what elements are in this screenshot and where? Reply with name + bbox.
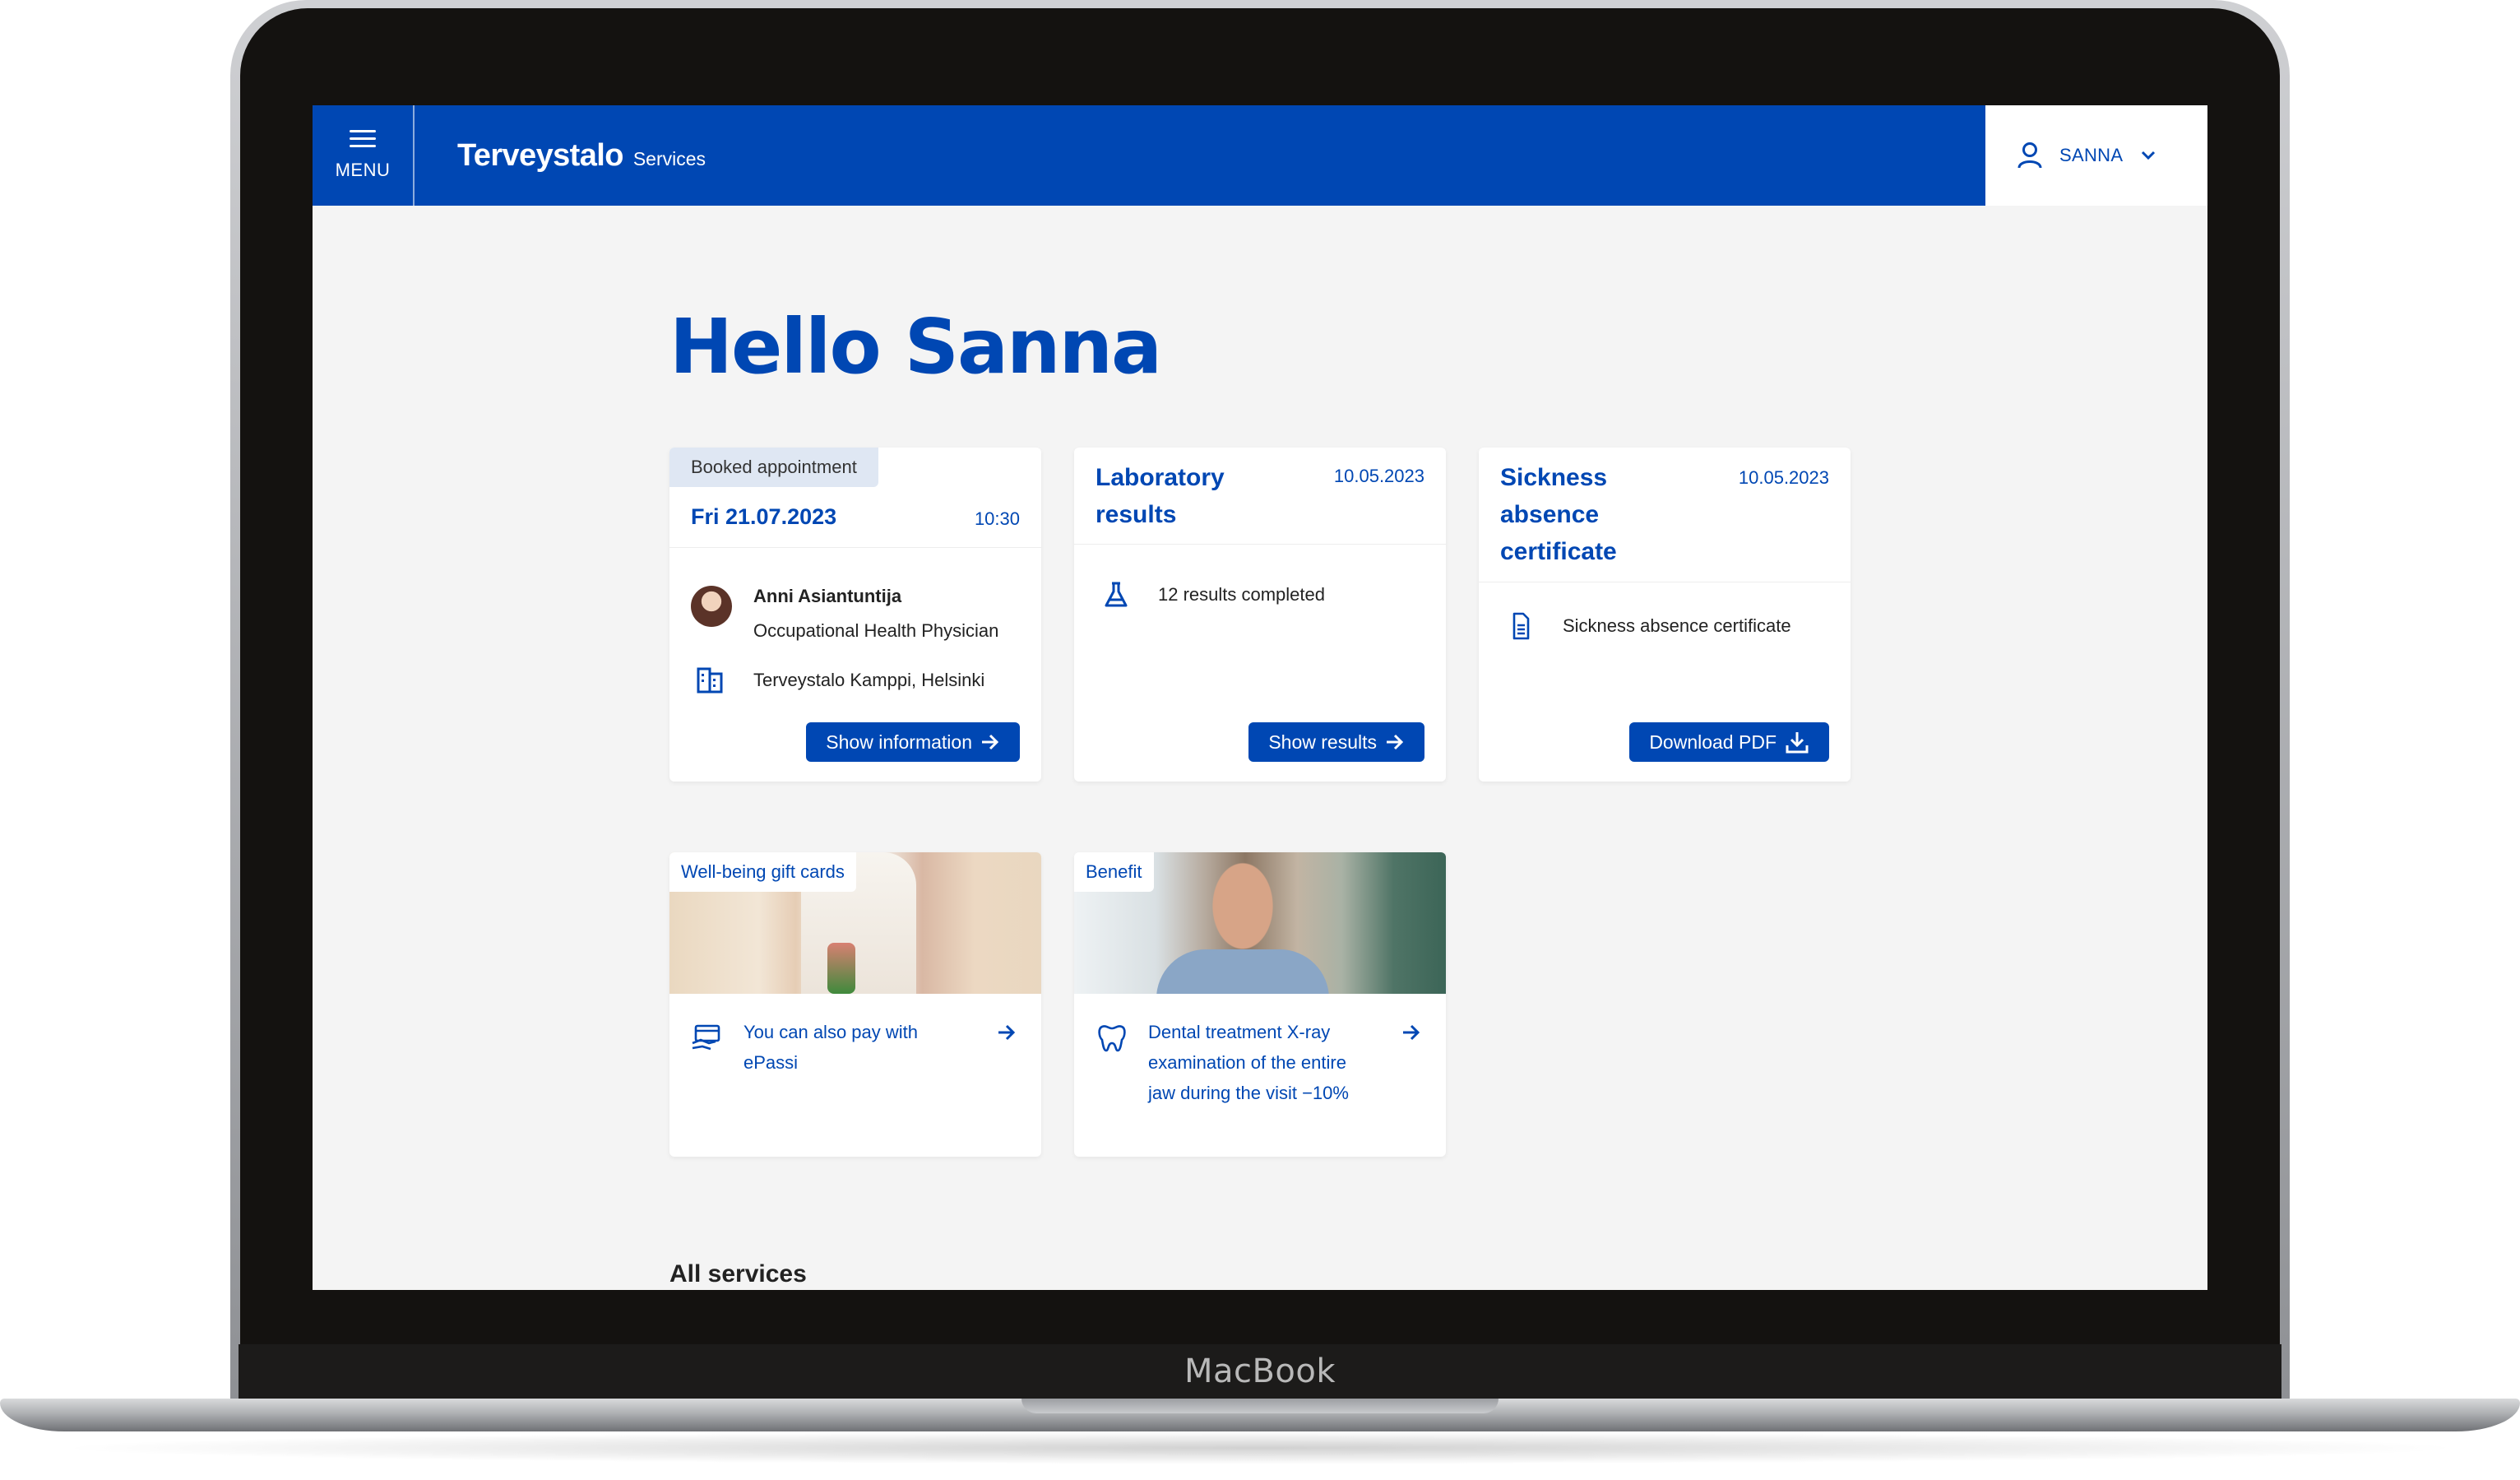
arrow-right-icon[interactable] — [1401, 1023, 1421, 1042]
chevron-down-icon — [2142, 151, 2156, 160]
page-title: Hello Sanna — [669, 303, 1162, 391]
lab-summary-row: 12 results completed — [1096, 578, 1325, 612]
appointment-tag: Booked appointment — [669, 448, 878, 487]
user-icon — [2017, 142, 2042, 169]
user-name: SANNA — [2059, 145, 2124, 165]
gift-card-text: You can also pay with ePassi — [743, 1022, 918, 1073]
top-navigation-bar: MENU Terveystalo Services SANNA — [313, 105, 2207, 206]
laboratory-title-line1: Laboratory — [1096, 464, 1225, 491]
doctor-row: Anni Asiantuntija Occupational Health Ph… — [691, 579, 998, 648]
show-results-label: Show results — [1268, 731, 1377, 753]
show-information-button[interactable]: Show information — [806, 722, 1020, 762]
doctor-role: Occupational Health Physician — [753, 620, 999, 641]
appointment-card: Booked appointment Fri 21.07.2023 10:30 … — [669, 448, 1041, 782]
laptop-notch — [1021, 1399, 1499, 1413]
location-text: Terveystalo Kamppi, Helsinki — [753, 670, 985, 690]
lab-summary-text: 12 results completed — [1158, 584, 1325, 605]
download-icon — [1786, 732, 1809, 754]
laboratory-date: 10.05.2023 — [1333, 466, 1424, 486]
document-icon — [1512, 612, 1530, 640]
appointment-time: 10:30 — [974, 508, 1020, 529]
gift-card-promo[interactable]: Well-being gift cards You can also pay w… — [669, 852, 1041, 1157]
arrow-right-icon — [1387, 734, 1404, 750]
arrow-right-icon — [982, 734, 999, 750]
sickness-date: 10.05.2023 — [1738, 467, 1829, 488]
arrow-right-icon[interactable] — [997, 1023, 1017, 1042]
sickness-document-row: Sickness absence certificate — [1500, 609, 1791, 643]
flask-icon — [1105, 582, 1128, 607]
all-services-heading: All services — [669, 1260, 807, 1287]
sickness-title-line1: Sickness — [1500, 464, 1608, 491]
doctor-name: Anni Asiantuntija — [753, 586, 902, 606]
benefit-promo-card[interactable]: Benefit Dental treatment X-ray examinati… — [1074, 852, 1446, 1157]
sickness-card-header: Sickness absence certificate 10.05.2023 — [1479, 448, 1851, 582]
menu-label: MENU — [335, 160, 391, 180]
download-pdf-label: Download PDF — [1649, 731, 1777, 753]
benefit-text: Dental treatment X-ray examination of th… — [1148, 1022, 1349, 1103]
download-pdf-button[interactable]: Download PDF — [1629, 722, 1829, 762]
brand-logo[interactable]: Terveystalo Services — [457, 138, 706, 174]
laboratory-card-header: Laboratory results 10.05.2023 — [1074, 448, 1446, 545]
location-row: Terveystalo Kamppi, Helsinki — [691, 663, 984, 698]
user-menu-button[interactable]: SANNA — [1985, 105, 2207, 206]
logo-subtitle: Services — [632, 147, 706, 169]
laboratory-title-line2: results — [1096, 501, 1177, 528]
tooth-icon — [1098, 1025, 1126, 1052]
avatar — [691, 586, 732, 627]
building-icon — [697, 667, 723, 694]
logo-text: Terveystalo — [457, 137, 623, 173]
laboratory-results-card: Laboratory results 10.05.2023 12 results… — [1074, 448, 1446, 782]
show-results-button[interactable]: Show results — [1248, 722, 1424, 762]
laptop-shadow — [49, 1431, 2471, 1464]
appointment-date: Fri 21.07.2023 — [691, 504, 837, 529]
gift-card-tag: Well-being gift cards — [669, 852, 856, 892]
sickness-document-text: Sickness absence certificate — [1563, 615, 1791, 636]
device-brand-label: MacBook — [1184, 1352, 1336, 1390]
menu-icon — [350, 130, 376, 148]
app-screen: MENU Terveystalo Services SANNA Hello Sa… — [313, 105, 2207, 1290]
menu-button[interactable]: MENU — [313, 105, 415, 206]
sickness-absence-card: Sickness absence certificate 10.05.2023 … — [1479, 448, 1851, 782]
benefit-tag: Benefit — [1074, 852, 1154, 892]
appointment-card-header: Booked appointment Fri 21.07.2023 10:30 — [669, 448, 1041, 548]
show-information-label: Show information — [826, 731, 972, 753]
sickness-title-line3: certificate — [1500, 538, 1617, 565]
sickness-title-line2: absence — [1500, 501, 1600, 528]
card-payment-icon — [692, 1024, 720, 1051]
